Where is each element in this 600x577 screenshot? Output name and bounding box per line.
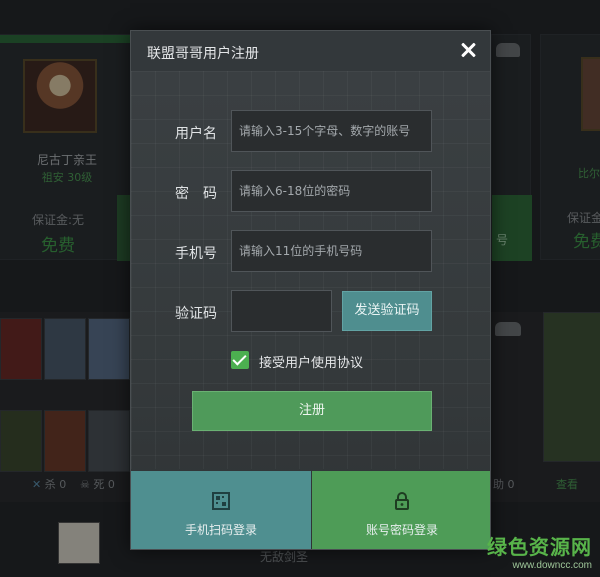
close-icon[interactable] [458,40,478,60]
username-input[interactable] [231,110,432,152]
phone-label: 手机号 [175,246,217,262]
username-label: 用户名 [175,126,217,142]
send-code-button[interactable]: 发送验证码 [342,291,432,331]
code-label: 验证码 [175,306,217,322]
modal-header: 联盟哥哥用户注册 [131,31,490,71]
watermark-url: www.downcc.com [512,560,592,571]
password-input[interactable] [231,170,432,212]
register-modal: 联盟哥哥用户注册 用户名 密 码 手机号 验证码 发送验证码 接受用户使用协议 … [130,30,491,550]
modal-title: 联盟哥哥用户注册 [147,46,259,62]
qr-code-icon [212,492,230,510]
code-input[interactable] [231,290,332,332]
password-label: 密 码 [175,186,217,202]
tab-qr-login[interactable]: 手机扫码登录 [131,471,311,549]
lock-icon [395,492,409,510]
site-watermark: 绿色资源网 www.downcc.com [487,531,592,571]
agreement-label[interactable]: 接受用户使用协议 [259,352,363,371]
phone-input[interactable] [231,230,432,272]
tab-qr-label: 手机扫码登录 [184,523,257,537]
watermark-brand: 绿色资源网 [487,537,592,559]
tab-account-label: 账号密码登录 [365,523,438,537]
register-button[interactable]: 注册 [192,391,432,431]
tab-account-login[interactable]: 账号密码登录 [312,471,490,549]
agreement-checkbox[interactable] [231,351,249,369]
